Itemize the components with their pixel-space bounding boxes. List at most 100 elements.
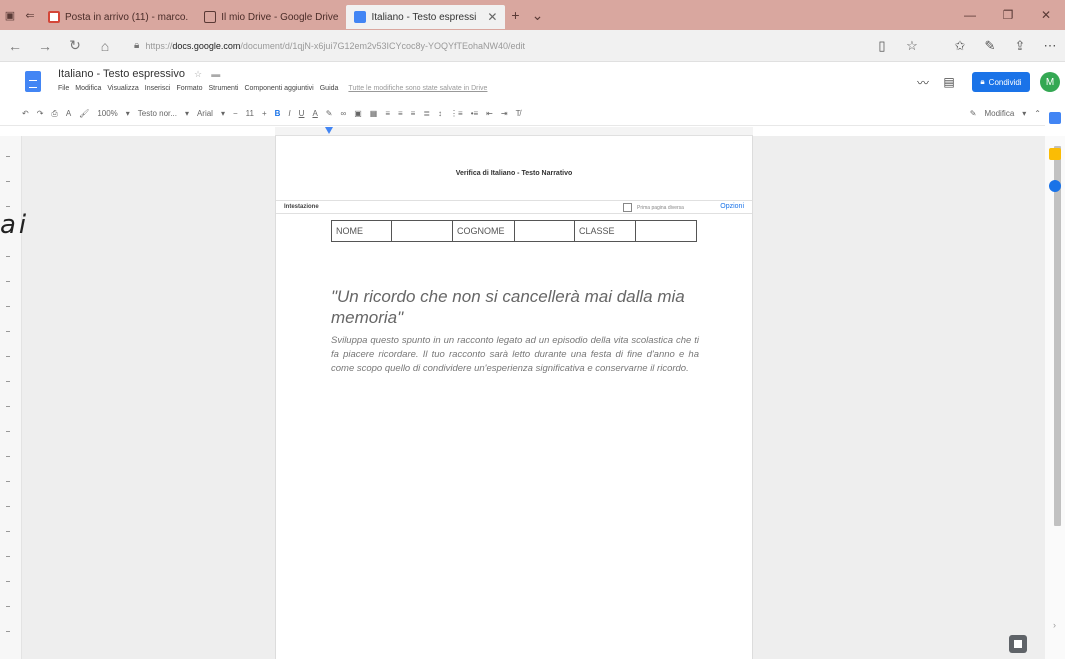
reading-view-icon[interactable]: ▯ [867, 38, 897, 54]
vertical-scrollbar[interactable] [1045, 136, 1065, 659]
pen-icon[interactable]: ✎ [975, 38, 1005, 54]
menu-inserisci[interactable]: Inserisci [145, 85, 171, 92]
spellcheck-icon[interactable]: A [62, 109, 75, 118]
indent-marker-icon[interactable] [325, 127, 333, 134]
font-select[interactable]: Arial [193, 109, 217, 118]
tab-back-icon[interactable]: ⇐ [20, 0, 40, 30]
tasks-icon[interactable] [1049, 180, 1061, 192]
document-page[interactable]: Verifica di Italiano - Testo Narrativo I… [275, 136, 753, 659]
share-button[interactable]: 🔒︎ Condividi [972, 72, 1030, 92]
header-options-link[interactable]: Opzioni [720, 203, 744, 210]
folder-icon[interactable]: ▬ [211, 69, 220, 79]
close-tab-icon[interactable]: ✕ [487, 10, 497, 24]
menu-file[interactable]: File [58, 85, 69, 92]
url-field[interactable]: 🔒︎ https://docs.google.com/document/d/1q… [134, 40, 525, 51]
horizontal-ruler[interactable] [275, 127, 753, 136]
docs-logo-icon[interactable] [25, 71, 41, 92]
highlight-icon[interactable]: ✎ [322, 109, 337, 118]
menu-strumenti[interactable]: Strumenti [209, 85, 239, 92]
table-cell-nome-value[interactable] [391, 220, 453, 242]
style-select[interactable]: Testo nor... [134, 109, 181, 118]
window-menu-icon[interactable]: ▣ [0, 0, 20, 30]
format-toolbar: ↶ ↷ ⎙ A 🖌︎ 100% ▾ Testo nor... ▾ Arial ▾… [0, 102, 1045, 126]
chevron-down-icon[interactable]: ▾ [217, 109, 229, 118]
outdent-icon[interactable]: ⇤ [482, 109, 497, 118]
align-center-icon[interactable]: ≡ [394, 109, 407, 118]
tab-drive[interactable]: Il mio Drive - Google Drive [196, 5, 346, 29]
indent-icon[interactable]: ⇥ [497, 109, 512, 118]
bold-icon[interactable]: B [271, 109, 285, 118]
menu-formato[interactable]: Formato [176, 85, 202, 92]
saved-status[interactable]: Tutte le modifiche sono state salvate in… [348, 85, 487, 92]
link-icon[interactable]: ∞ [336, 109, 350, 118]
edit-mode-select[interactable]: Modifica [980, 109, 1018, 118]
activity-icon[interactable]: 〰 [910, 74, 936, 91]
increase-size-icon[interactable]: + [258, 109, 271, 118]
maximize-icon[interactable]: ❐ [989, 8, 1027, 22]
numbered-list-icon[interactable]: ⋮≡ [446, 109, 467, 118]
explore-button[interactable] [1009, 635, 1027, 653]
comments-icon[interactable]: ▤ [936, 75, 962, 89]
share-label: Condividi [988, 77, 1022, 87]
star-icon[interactable]: ☆ [194, 69, 202, 79]
clear-format-icon[interactable]: T̸ [512, 109, 525, 118]
doc-title-text: Italiano - Testo espressivo [58, 68, 185, 80]
table-cell-cognome-value[interactable] [514, 220, 575, 242]
comment-icon[interactable]: ▣ [350, 109, 366, 118]
url-domain: docs.google.com [172, 40, 241, 51]
align-right-icon[interactable]: ≡ [407, 109, 420, 118]
menu-visualizza[interactable]: Visualizza [107, 85, 138, 92]
menu-componenti[interactable]: Componenti aggiuntivi [244, 85, 313, 92]
table-cell-cognome[interactable]: COGNOME [452, 220, 515, 242]
table-cell-classe[interactable]: CLASSE [574, 220, 636, 242]
decrease-size-icon[interactable]: − [229, 109, 242, 118]
forward-icon[interactable]: → [30, 38, 60, 54]
keep-icon[interactable] [1049, 148, 1061, 160]
close-window-icon[interactable]: ✕ [1027, 8, 1065, 22]
undo-icon[interactable]: ↶ [18, 109, 33, 118]
zoom-select[interactable]: 100% [93, 109, 121, 118]
home-icon[interactable]: ⌂ [90, 38, 120, 54]
image-icon[interactable]: ▦ [366, 109, 382, 118]
text-color-icon[interactable]: A [308, 109, 321, 118]
minimize-icon[interactable]: — [951, 8, 989, 22]
first-page-checkbox[interactable] [623, 203, 632, 212]
new-tab-icon[interactable]: + [505, 7, 525, 23]
tab-inbox[interactable]: Posta in arrivo (11) - marco. [40, 5, 196, 29]
avatar[interactable]: M [1040, 72, 1060, 92]
font-size-field[interactable]: 11 [242, 109, 258, 118]
chevron-down-icon[interactable]: ▾ [181, 109, 193, 118]
menu-modifica[interactable]: Modifica [75, 85, 101, 92]
underline-icon[interactable]: U [295, 109, 309, 118]
doc-title[interactable]: Italiano - Testo espressivo ☆ ▬ [58, 68, 220, 80]
tab-label: Italiano - Testo espressi [371, 11, 477, 23]
lock-icon: 🔒︎ [134, 40, 140, 51]
align-left-icon[interactable]: ≡ [381, 109, 394, 118]
edit-mode-icon[interactable]: ✎ [966, 109, 981, 118]
tab-list-chevron-icon[interactable]: ⌄ [526, 7, 550, 24]
paint-format-icon[interactable]: 🖌︎ [75, 109, 93, 118]
tab-docs[interactable]: Italiano - Testo espressi ✕ [346, 5, 506, 29]
chevron-down-icon[interactable]: ▾ [122, 109, 134, 118]
bulleted-list-icon[interactable]: •≡ [467, 109, 482, 118]
collapse-toolbar-icon[interactable]: ⌃ [1030, 109, 1045, 118]
redo-icon[interactable]: ↷ [33, 109, 48, 118]
calendar-icon[interactable] [1049, 112, 1061, 124]
chevron-down-icon[interactable]: ▾ [1018, 109, 1030, 118]
refresh-icon[interactable]: ↻ [60, 37, 90, 54]
back-icon[interactable]: ← [0, 38, 30, 54]
line-spacing-icon[interactable]: ↕ [434, 109, 446, 118]
favorites-icon[interactable]: ✩ [945, 38, 975, 54]
table-cell-nome[interactable]: NOME [331, 220, 392, 242]
more-icon[interactable]: ⋯ [1035, 38, 1065, 54]
share-browser-icon[interactable]: ⇪ [1005, 38, 1035, 54]
scrollbar-thumb[interactable] [1054, 146, 1061, 526]
favorite-star-icon[interactable]: ☆ [897, 38, 927, 54]
align-justify-icon[interactable]: ≣ [419, 109, 434, 118]
table-cell-classe-value[interactable] [635, 220, 697, 242]
italic-icon[interactable]: I [284, 109, 294, 118]
print-icon[interactable]: ⎙ [47, 109, 61, 119]
chevron-right-icon[interactable]: › [1053, 620, 1056, 630]
menu-guida[interactable]: Guida [320, 85, 339, 92]
header-label: Intestazione [284, 204, 319, 210]
